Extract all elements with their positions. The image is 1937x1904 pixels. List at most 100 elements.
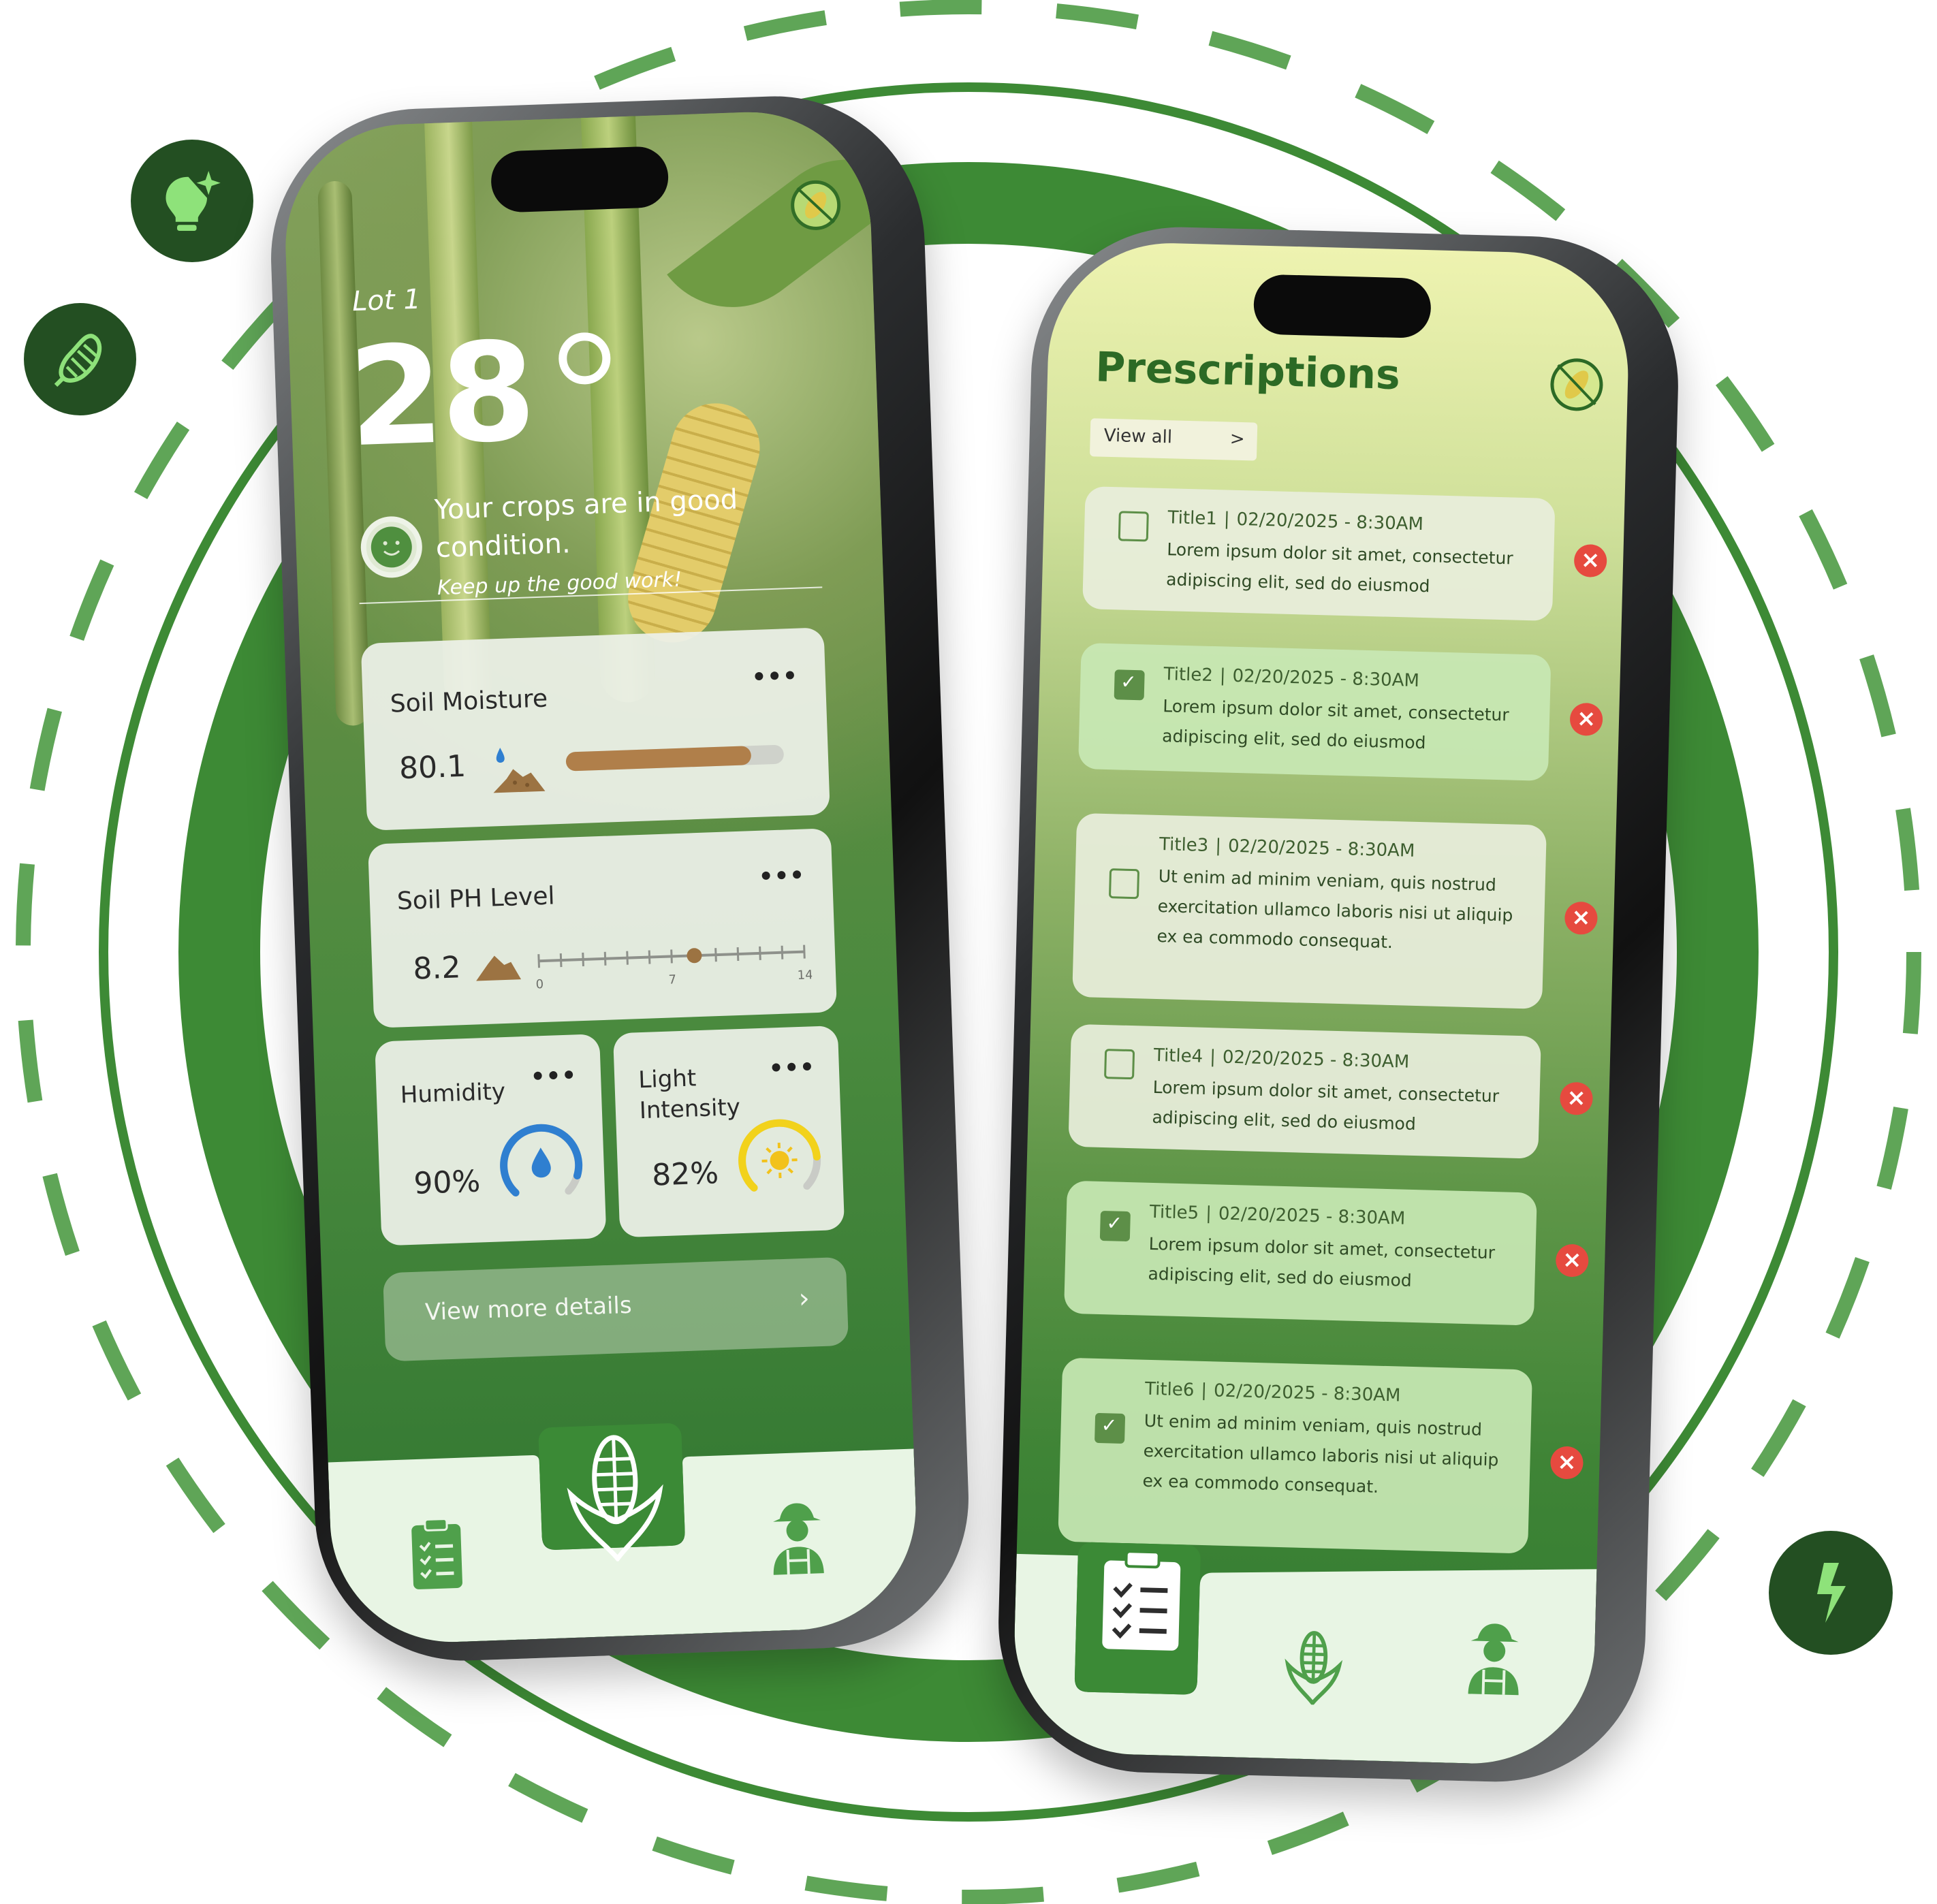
ph-scale-tick — [648, 950, 651, 964]
separator: | — [1219, 665, 1226, 686]
nav-clipboard-icon[interactable] — [409, 1516, 466, 1593]
prescription-card[interactable]: ✓ Title5 | 02/20/2025 - 8:30AM Lorem ipsum d… — [1063, 1180, 1537, 1326]
light-intensity-card[interactable]: Light Intensity ••• 82% — [612, 1025, 845, 1238]
prescription-checkbox[interactable]: ✓ — [1114, 669, 1145, 700]
chevron-right-icon: › — [798, 1282, 810, 1315]
prescription-body: Lorem ipsum dolor sit amet, consectetur … — [1165, 539, 1514, 597]
lightning-badge — [1769, 1531, 1893, 1655]
prescription-card[interactable]: Title4 | 02/20/2025 - 8:30AM Lorem ipsum do… — [1068, 1024, 1541, 1159]
separator: | — [1209, 1047, 1216, 1068]
prescriptions-phone: Prescriptions View all > Title1 | 02/20/20… — [994, 223, 1682, 1786]
lightning-icon — [1817, 1563, 1846, 1623]
soil-moisture-value: 80.1 — [398, 748, 467, 787]
delete-prescription-button[interactable]: × — [1555, 1243, 1589, 1278]
ph-scale-tick — [803, 945, 806, 959]
nav-corn-icon[interactable] — [562, 1430, 669, 1563]
soil-moisture-title: Soil Moisture — [390, 684, 548, 718]
delete-prescription-button[interactable]: × — [1564, 901, 1599, 935]
prescription-body: Ut enim ad minim veniam, quis nostrud ex… — [1156, 866, 1513, 953]
prescription-body: Lorem ipsum dolor sit amet, consectetur … — [1148, 1233, 1496, 1290]
delete-prescription-button[interactable]: × — [1549, 1446, 1584, 1480]
checkmark-icon: ✓ — [1106, 1211, 1123, 1235]
more-options-button[interactable]: ••• — [530, 1062, 578, 1090]
prescription-card[interactable]: Title1 | 02/20/2025 - 8:30AM Lorem ipsum do… — [1082, 486, 1556, 622]
dynamic-island — [1253, 274, 1432, 339]
ph-marker[interactable] — [687, 948, 702, 964]
checkmark-icon: ✓ — [1120, 669, 1137, 693]
prescriptions-screen: Prescriptions View all > Title1 | 02/20/20… — [1011, 240, 1631, 1767]
app-logo-icon — [1550, 358, 1603, 411]
more-options-button[interactable]: ••• — [758, 862, 806, 891]
prescription-checkbox[interactable] — [1118, 511, 1149, 542]
prescription-date: 02/20/2025 - 8:30AM — [1218, 1203, 1406, 1229]
corn-icon — [54, 333, 101, 387]
ph-scale-tick — [582, 952, 584, 966]
light-intensity-gauge — [738, 1119, 821, 1192]
ph-scale-tick — [626, 951, 629, 965]
ph-scale-label: 14 — [797, 968, 813, 983]
checkmark-icon: ✓ — [1101, 1414, 1118, 1437]
delete-prescription-button[interactable]: × — [1559, 1081, 1594, 1115]
sun-icon — [761, 1143, 798, 1179]
nav-farmer-icon[interactable] — [766, 1500, 830, 1576]
ph-scale-label: 7 — [668, 972, 676, 987]
soil-ph-card[interactable]: Soil PH Level ••• 8.2 0 7 14 — [368, 828, 838, 1028]
prescription-body: Lorem ipsum dolor sit amet, consectetur … — [1161, 696, 1510, 753]
prescription-checkbox[interactable]: ✓ — [1099, 1210, 1131, 1241]
lot-label: Lot 1 — [351, 283, 422, 318]
prescription-card[interactable]: ✓ Title2 | 02/20/2025 - 8:30AM Lorem ipsum d… — [1077, 642, 1552, 781]
temperature-value: 28 — [346, 313, 536, 478]
prescription-header: Title1 | 02/20/2025 - 8:30AM — [1167, 507, 1423, 535]
page-title: Prescriptions — [1095, 343, 1401, 400]
nav-clipboard-icon[interactable] — [1099, 1549, 1184, 1653]
view-more-details-button[interactable]: View more details › — [383, 1256, 849, 1362]
status-title: Your crops are in good condition. — [434, 483, 738, 565]
prescription-title: Title4 — [1153, 1045, 1203, 1067]
more-options-button[interactable]: ••• — [768, 1053, 816, 1082]
prescription-title: Title6 — [1144, 1378, 1195, 1401]
prescription-header: Title4 | 02/20/2025 - 8:30AM — [1154, 1045, 1410, 1073]
prescription-body: Lorem ipsum dolor sit amet, consectetur … — [1152, 1077, 1500, 1135]
ph-scale-label: 0 — [535, 977, 544, 991]
prescription-checkbox[interactable] — [1104, 1049, 1135, 1080]
ph-scale-tick — [781, 945, 784, 959]
view-all-label: View all — [1103, 425, 1173, 448]
nav-corn-icon[interactable] — [1282, 1629, 1345, 1706]
soil-moisture-card[interactable]: Soil Moisture ••• 80.1 — [360, 627, 830, 831]
prescription-title: Title1 — [1167, 507, 1218, 530]
light-intensity-title-line1: Light — [637, 1064, 697, 1094]
prescription-date: 02/20/2025 - 8:30AM — [1236, 509, 1424, 535]
humidity-value: 90% — [413, 1164, 482, 1201]
ph-scale-tick — [759, 946, 761, 960]
separator: | — [1200, 1380, 1208, 1401]
prescription-checkbox[interactable] — [1108, 868, 1140, 900]
lightbulb-sparkle-icon — [166, 171, 221, 231]
prescription-card[interactable]: Title3 | 02/20/2025 - 8:30AM Ut enim ad min… — [1072, 812, 1547, 1009]
view-all-button[interactable]: View all > — [1089, 418, 1258, 461]
separator: | — [1214, 836, 1222, 857]
prescription-header: Title5 | 02/20/2025 - 8:30AM — [1150, 1202, 1406, 1229]
nav-farmer-icon[interactable] — [1463, 1620, 1526, 1696]
prescription-header: Title3 | 02/20/2025 - 8:30AM — [1159, 834, 1415, 861]
prescription-date: 02/20/2025 - 8:30AM — [1213, 1380, 1401, 1406]
humidity-gauge — [500, 1124, 583, 1197]
prescription-checkbox[interactable]: ✓ — [1095, 1412, 1126, 1444]
chevron-right-icon: > — [1229, 428, 1246, 450]
light-intensity-value: 82% — [651, 1156, 719, 1193]
separator: | — [1223, 509, 1231, 530]
water-drop-icon — [531, 1147, 551, 1178]
soil-ph-title: Soil PH Level — [396, 882, 556, 916]
prescription-title: Title5 — [1149, 1201, 1199, 1224]
lightbulb-sparkle-badge — [131, 140, 253, 262]
dynamic-island — [490, 145, 670, 213]
light-intensity-title-line2: Intensity — [639, 1094, 741, 1125]
humidity-card[interactable]: Humidity ••• 90% — [375, 1034, 607, 1246]
corn-badge — [24, 303, 136, 415]
more-options-button[interactable]: ••• — [751, 663, 799, 691]
soil-ph-value: 8.2 — [412, 950, 462, 987]
humidity-title: Humidity — [400, 1078, 506, 1109]
delete-prescription-button[interactable]: × — [1569, 702, 1603, 736]
soil-moisture-bar-fill — [565, 746, 752, 772]
prescription-date: 02/20/2025 - 8:30AM — [1232, 665, 1420, 691]
delete-prescription-button[interactable]: × — [1573, 543, 1607, 578]
